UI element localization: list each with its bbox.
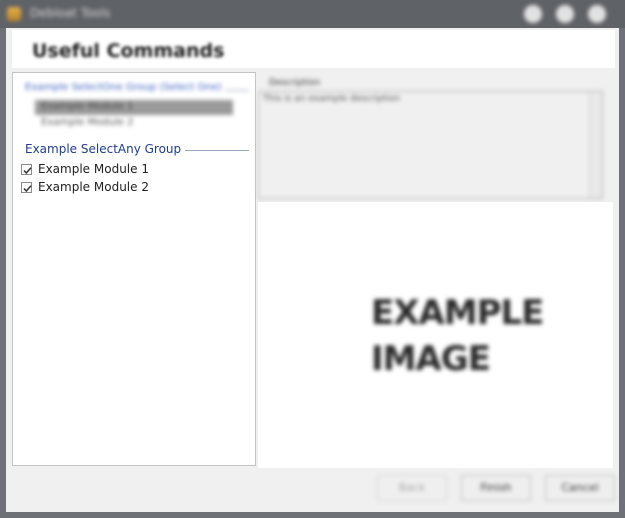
app-icon xyxy=(7,7,21,21)
window-client: Useful Commands Example SelectOne Group … xyxy=(6,28,619,512)
finish-button[interactable]: Finish xyxy=(461,475,531,501)
preview-image-text: EXAMPLE IMAGE xyxy=(371,293,544,379)
checkbox-checked[interactable] xyxy=(21,182,32,193)
radio-item-module-2[interactable]: Example Module 2 xyxy=(35,116,233,131)
radio-item-module-1[interactable]: Example Module 1 xyxy=(35,100,233,115)
close-icon[interactable] xyxy=(588,5,606,23)
minimize-icon[interactable] xyxy=(524,5,542,23)
select-one-group-title: Example SelectOne Group (Select One) xyxy=(25,82,226,93)
select-any-group-title: Example SelectAny Group xyxy=(25,142,186,156)
description-text: This is an example description xyxy=(263,94,401,104)
checkbox-item-module-1[interactable]: Example Module 1 xyxy=(21,162,221,178)
header: Useful Commands xyxy=(12,30,615,68)
window-title: Debloat Tools xyxy=(30,6,111,20)
description-caption: Description xyxy=(269,78,321,88)
preview-image: EXAMPLE IMAGE xyxy=(258,202,613,468)
checkbox-item-module-2[interactable]: Example Module 2 xyxy=(21,180,221,196)
checkmark-icon xyxy=(23,185,32,193)
checkbox-label: Example Module 1 xyxy=(38,162,149,176)
checkbox-checked[interactable] xyxy=(21,164,32,175)
back-button[interactable]: Back xyxy=(377,475,447,501)
page-title: Useful Commands xyxy=(32,40,225,62)
maximize-icon[interactable] xyxy=(556,5,574,23)
select-one-group-header: Example SelectOne Group (Select One) xyxy=(25,82,249,96)
cancel-button[interactable]: Cancel xyxy=(545,475,615,501)
description-textbox[interactable]: This is an example description xyxy=(258,91,603,199)
module-tree-panel[interactable]: Example SelectOne Group (Select One) Exa… xyxy=(12,72,256,466)
checkbox-label: Example Module 2 xyxy=(38,180,149,194)
checkmark-icon xyxy=(23,167,32,175)
select-any-group-header: Example SelectAny Group xyxy=(25,142,249,156)
description-scrollbar[interactable] xyxy=(589,92,602,198)
title-bar: Debloat Tools xyxy=(0,0,625,28)
